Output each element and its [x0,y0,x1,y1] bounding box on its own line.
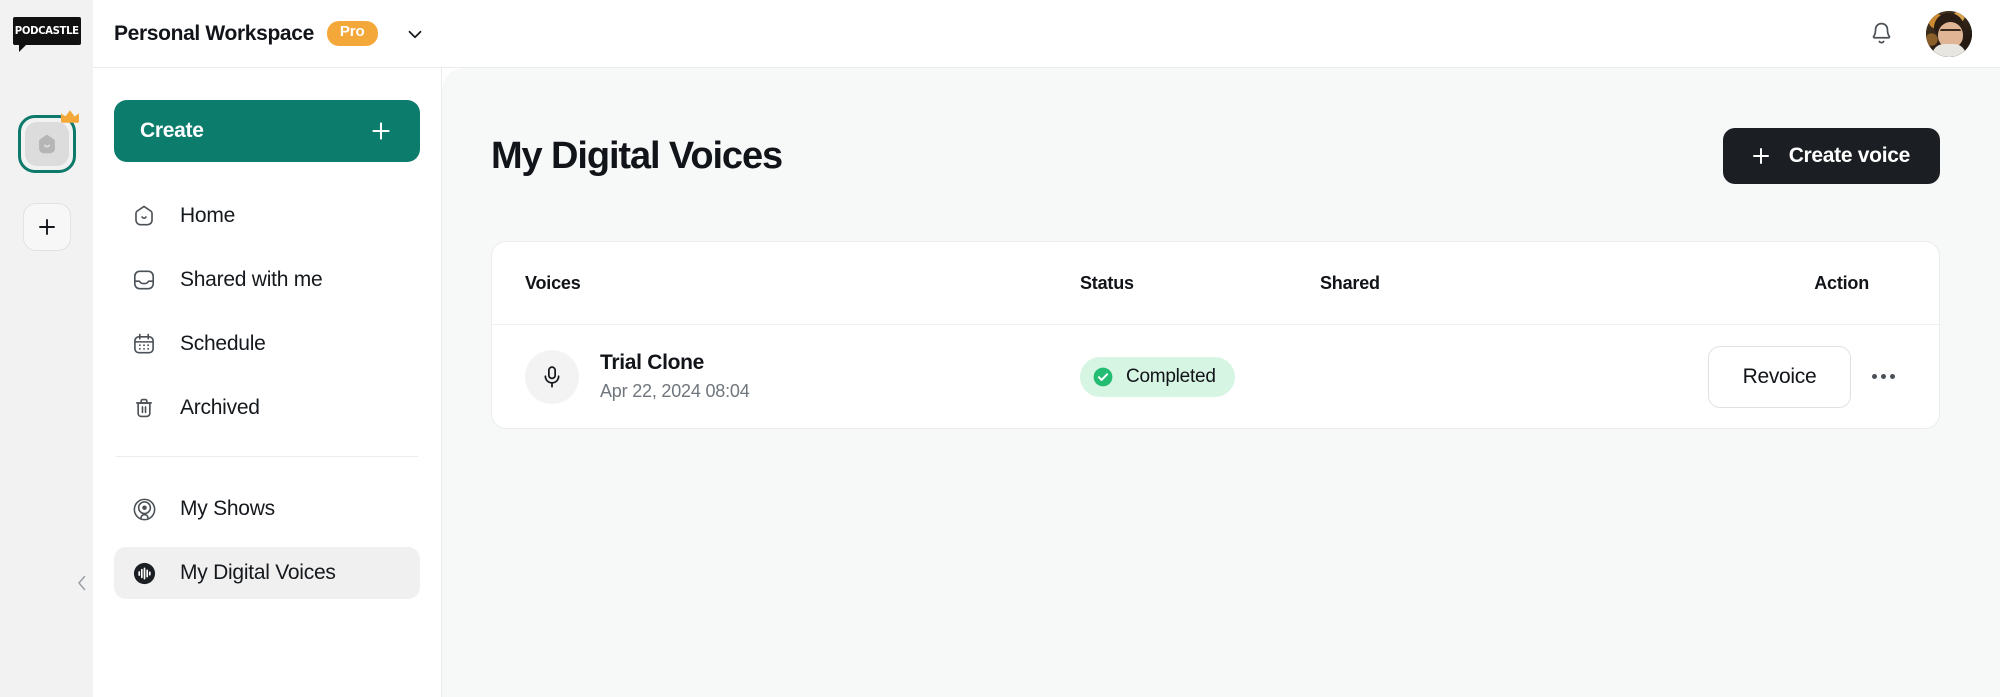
sidebar-item-shared-with-me[interactable]: Shared with me [114,254,420,306]
microphone-icon [525,350,579,404]
workspace-rail [0,68,93,697]
avatar[interactable] [1926,11,1972,57]
status-badge-label: Completed [1126,366,1216,388]
voice-name: Trial Clone [600,350,750,376]
sidebar-collapse-button[interactable] [71,561,93,605]
chevron-left-icon [75,573,89,593]
trash-icon [130,394,158,422]
home-workspace-icon [25,122,69,166]
create-button[interactable]: Create [114,100,420,162]
inbox-icon [130,266,158,294]
sidebar-item-archived[interactable]: Archived [114,382,420,434]
sidebar-item-label: Home [180,204,235,228]
voices-table: Voices Status Shared Action [491,241,1940,429]
crown-icon [59,108,81,124]
create-button-label: Create [140,119,204,143]
home-icon [130,202,158,230]
app-root: PODCASTLE Personal Workspace Pro [0,0,2000,697]
top-bar: PODCASTLE Personal Workspace Pro [0,0,2000,68]
column-header-shared: Shared [1320,273,1380,293]
sidebar-item-label: My Shows [180,497,275,521]
status-badge: Completed [1080,357,1235,397]
table-row[interactable]: Trial Clone Apr 22, 2024 08:04 [492,325,1939,428]
sidebar-secondary-nav: My Shows [114,483,420,599]
main-header: My Digital Voices Create voice [491,128,1940,184]
sidebar-item-my-digital-voices[interactable]: My Digital Voices [114,547,420,599]
podcastle-logo-icon[interactable]: PODCASTLE [13,17,81,51]
chevron-down-icon[interactable] [400,19,430,49]
column-header-voices: Voices [525,273,581,293]
body: Create Home [0,68,2000,697]
bell-icon[interactable] [1864,17,1898,51]
sidebar-item-schedule[interactable]: Schedule [114,318,420,370]
sidebar-item-label: Shared with me [180,268,322,292]
check-circle-icon [1091,365,1115,389]
plus-icon [368,118,394,144]
calendar-icon [130,330,158,358]
create-voice-button[interactable]: Create voice [1723,128,1940,184]
plus-icon [35,215,59,239]
waveform-icon [130,559,158,587]
logo-cell: PODCASTLE [0,0,93,68]
topbar-actions [1864,11,2000,57]
main-content: My Digital Voices Create voice Voices St… [442,68,2000,697]
workspace-switcher[interactable]: Personal Workspace Pro [114,0,430,68]
plan-badge: Pro [327,21,378,46]
sidebar-item-label: Schedule [180,332,266,356]
logo-text: PODCASTLE [15,24,79,37]
sidebar-item-label: Archived [180,396,260,420]
revoice-button[interactable]: Revoice [1708,346,1851,408]
sidebar: Create Home [93,68,442,697]
sidebar-divider [116,456,418,457]
plus-icon [1749,144,1773,168]
voice-cell: Trial Clone Apr 22, 2024 08:04 [525,350,1080,404]
workspace-name: Personal Workspace [114,22,314,46]
add-workspace-button[interactable] [23,203,71,251]
sidebar-item-label: My Digital Voices [180,561,336,585]
more-horizontal-icon[interactable] [1860,354,1906,400]
sidebar-primary-nav: Home Shared with me [114,190,420,434]
table-header-row: Voices Status Shared Action [492,242,1939,325]
sidebar-item-home[interactable]: Home [114,190,420,242]
broadcast-icon [130,495,158,523]
create-voice-label: Create voice [1789,144,1910,168]
rail-workspace-avatar[interactable] [18,115,76,173]
column-header-action: Action [1814,273,1906,294]
column-header-status: Status [1080,273,1134,293]
voice-date: Apr 22, 2024 08:04 [600,380,750,403]
page-title: My Digital Voices [491,135,782,178]
sidebar-item-my-shows[interactable]: My Shows [114,483,420,535]
